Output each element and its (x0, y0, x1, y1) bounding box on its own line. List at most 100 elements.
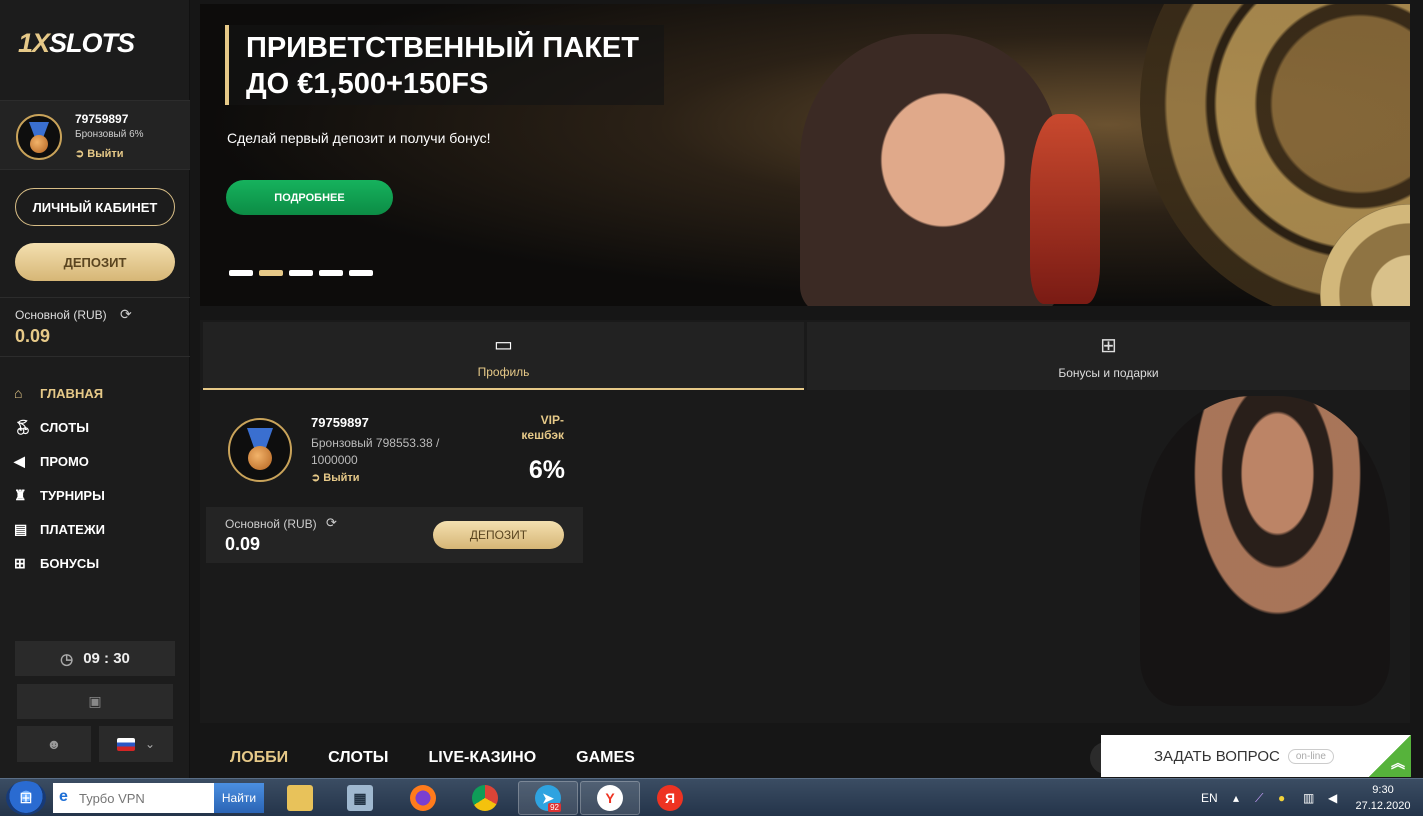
personal-cabinet-button[interactable]: ЛИЧНЫЙ КАБИНЕТ (15, 188, 175, 226)
deposit-button[interactable]: ДЕПОЗИТ (15, 243, 175, 281)
page-root: 1XSLOTS 79759897 Бронзовый 6% ➲ Выйти ЛИ… (0, 0, 1423, 816)
vip-cashback-label: VIP-кешбэк (521, 413, 564, 442)
taskbar-search-input[interactable] (53, 784, 213, 812)
cherries-icon: 🍒︎ (14, 418, 32, 435)
tab-games[interactable]: GAMES (576, 749, 635, 767)
notification-badge: 92 (548, 803, 561, 812)
logout-icon: ➲ (311, 472, 324, 484)
profile-logout-link[interactable]: ➲ Выйти (311, 471, 360, 484)
slider-dot[interactable] (259, 270, 283, 276)
banner-title-line1: ПРИВЕТСТВЕННЫЙ ПАКЕТ (246, 32, 639, 64)
telegram-app[interactable]: ➤ 92 (518, 781, 578, 815)
slider-dot[interactable] (229, 270, 253, 276)
logout-icon: ➲ (75, 148, 88, 160)
home-icon: ⌂ (14, 385, 23, 401)
banner-title-box: ПРИВЕТСТВЕННЫЙ ПАКЕТ ДО €1,500+150FS (225, 25, 664, 105)
firefox-app[interactable] (393, 781, 453, 815)
profile-level-progress: Бронзовый 798553.38 / 1000000 (311, 436, 440, 467)
nav-item-home[interactable]: ⌂ ГЛАВНАЯ (14, 376, 184, 410)
tray-arrow-icon[interactable]: ▴ (1233, 779, 1239, 816)
yandex-browser-icon: Y (597, 785, 623, 811)
tab-slots[interactable]: СЛОТЫ (328, 749, 388, 767)
promo-banner: ПРИВЕТСТВЕННЫЙ ПАКЕТ ДО €1,500+150FS Сде… (200, 4, 1410, 306)
search-button[interactable]: Найти (214, 783, 264, 813)
user-id: 79759897 (75, 112, 129, 126)
android-app-button[interactable]: ▣ (17, 684, 173, 719)
slider-dot[interactable] (289, 270, 313, 276)
nav-item-bonuses[interactable]: ⊞ БОНУСЫ (14, 546, 184, 580)
firefox-icon (410, 785, 436, 811)
windows-taskbar: ⊞ e Найти ▦ ➤92 Y Я EN ▴ ⟋ ● ▥ ◀︎ 9:30 2… (0, 778, 1423, 816)
start-button[interactable]: ⊞ (6, 781, 46, 815)
megaphone-icon: ◀ (14, 452, 25, 469)
language-select[interactable]: ⌄ (99, 726, 173, 762)
user-summary: 79759897 Бронзовый 6% ➲ Выйти (0, 100, 190, 170)
balance-label: Основной (RUB) (225, 517, 317, 531)
chrome-icon (472, 785, 498, 811)
yandex-browser-app[interactable]: Y (580, 781, 640, 815)
chevron-up-icon[interactable]: ︽ (1369, 735, 1411, 777)
volume-icon[interactable]: ◀︎ (1328, 779, 1337, 816)
bronze-medal-icon (16, 114, 62, 160)
refresh-icon[interactable]: ⟳ (326, 515, 337, 531)
logout-link[interactable]: ➲ Выйти (75, 147, 124, 160)
calculator-icon: ▦ (347, 785, 373, 811)
tab-live-casino[interactable]: LIVE-КАЗИНО (428, 749, 536, 767)
vpn-icon[interactable]: ⟋ (1255, 779, 1263, 816)
russia-flag-icon (116, 737, 135, 751)
more-details-button[interactable]: ПОДРОБНЕЕ (226, 180, 393, 215)
clock-icon: ◷ (60, 650, 74, 668)
deposit-button[interactable]: ДЕПОЗИТ (433, 521, 564, 549)
android-icon: ▣ (88, 693, 102, 709)
sidebar: 1XSLOTS 79759897 Бронзовый 6% ➲ Выйти ЛИ… (0, 0, 190, 778)
tab-bonuses-gifts[interactable]: ⊞ Бонусы и подарки (807, 322, 1410, 390)
divider (0, 356, 190, 357)
games-nav: ЛОББИ СЛОТЫ LIVE-КАЗИНО GAMES (230, 749, 635, 767)
clock: ◷ 09 : 30 (15, 641, 175, 676)
main-nav: ⌂ ГЛАВНАЯ 🍒︎ СЛОТЫ ◀ ПРОМО ♜ ТУРНИРЫ ▤ ПЛАТЕЖ… (14, 376, 184, 580)
explorer-app[interactable] (270, 781, 330, 815)
nav-item-promo[interactable]: ◀ ПРОМО (14, 444, 184, 478)
slider-dot[interactable] (349, 270, 373, 276)
id-card-icon: ▭ (494, 333, 513, 356)
folder-icon (287, 785, 313, 811)
balance-card: Основной (RUB) ⟳ 0.09 ДЕПОЗИТ (206, 507, 583, 563)
nav-item-tournaments[interactable]: ♜ ТУРНИРЫ (14, 478, 184, 512)
banner-subtitle: Сделай первый депозит и получи бонус! (227, 130, 491, 146)
slider-dot[interactable] (319, 270, 343, 276)
calculator-app[interactable]: ▦ (330, 781, 390, 815)
wallet-icon: ▤ (14, 520, 28, 537)
norton-icon[interactable]: ● (1278, 779, 1285, 816)
tab-lobby[interactable]: ЛОББИ (230, 749, 288, 767)
chrome-app[interactable] (455, 781, 515, 815)
profile-panel: ▭ Профиль ⊞ Бонусы и подарки 79759897 Бр… (200, 320, 1410, 723)
user-level: Бронзовый 6% (75, 129, 144, 140)
ask-question-widget[interactable]: ЗАДАТЬ ВОПРОС on-line ︽ (1101, 735, 1411, 777)
trophy-icon: ♜ (14, 486, 27, 503)
tab-profile[interactable]: ▭ Профиль (203, 322, 804, 390)
language-indicator[interactable]: EN (1201, 779, 1218, 816)
ie-icon: e (59, 788, 68, 805)
slider-dots (229, 270, 373, 276)
balance-value: 0.09 (15, 326, 51, 346)
yandex-icon: Я (657, 785, 683, 811)
chat-label: ЗАДАТЬ ВОПРОС (1154, 747, 1280, 765)
chevron-down-icon: ⌄ (144, 737, 156, 751)
yandex-app[interactable]: Я (640, 781, 700, 815)
network-icon[interactable]: ▥ (1303, 779, 1314, 816)
site-logo[interactable]: 1XSLOTS (18, 28, 135, 59)
support-agent-icon: ☻ (46, 736, 62, 752)
banner-title-line2: ДО €1,500+150FS (246, 68, 489, 100)
nav-item-payments[interactable]: ▤ ПЛАТЕЖИ (14, 512, 184, 546)
nav-item-slots[interactable]: 🍒︎ СЛОТЫ (14, 410, 184, 444)
taskbar-search: e Найти (53, 783, 264, 813)
gift-icon: ⊞ (1100, 334, 1117, 357)
balance-value: 0.09 (225, 534, 261, 554)
support-button[interactable]: ☻ (17, 726, 91, 762)
system-clock[interactable]: 9:30 27.12.2020 (1348, 782, 1418, 814)
vip-cashback-value: 6% (528, 456, 565, 484)
divider (0, 297, 190, 298)
live-dealer-image (1140, 396, 1390, 706)
gift-icon: ⊞ (14, 554, 26, 571)
refresh-icon[interactable]: ⟳ (120, 306, 132, 323)
